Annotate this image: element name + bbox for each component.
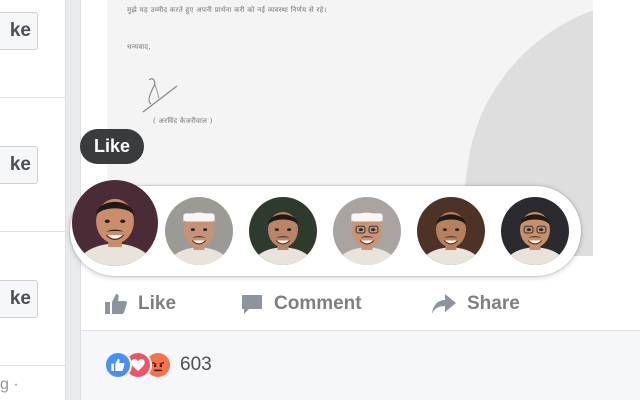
comment-button[interactable]: Comment xyxy=(240,282,362,326)
reaction-face-6[interactable] xyxy=(501,197,569,265)
document-closing: धन्यवाद, xyxy=(127,43,151,51)
reaction-count: 603 xyxy=(180,354,212,375)
sidebar-divider xyxy=(0,97,66,98)
reactions-summary[interactable]: 603 xyxy=(104,350,212,380)
sidebar-like-button-3[interactable]: ke xyxy=(0,280,38,318)
face-avatar-icon xyxy=(417,197,485,265)
thumbs-up-icon xyxy=(105,294,127,314)
face-avatar-icon xyxy=(249,197,317,265)
reaction-picker xyxy=(70,180,581,276)
like-button[interactable]: Like xyxy=(104,282,176,326)
signature-icon xyxy=(142,78,178,113)
face-avatar-icon xyxy=(165,197,233,265)
reaction-face-4[interactable] xyxy=(333,197,401,265)
sidebar-like-button-1[interactable]: ke xyxy=(0,12,38,50)
sidebar-footer-text: g · xyxy=(0,376,19,393)
share-button-label: Share xyxy=(467,293,520,314)
face-avatar-icon xyxy=(501,197,569,265)
reaction-face-1[interactable] xyxy=(72,180,158,266)
share-arrow-icon xyxy=(432,294,456,314)
reaction-face-2[interactable] xyxy=(165,197,233,265)
comment-icon xyxy=(242,295,262,314)
document-text-line: मुझे यह उम्मीद करते हुए अपनी प्रार्थना क… xyxy=(127,6,327,14)
left-sidebar: ke ke ke g · xyxy=(0,0,66,400)
like-reaction-icon xyxy=(104,351,132,379)
sidebar-divider xyxy=(0,365,66,366)
reaction-face-3[interactable] xyxy=(249,197,317,265)
face-avatar-icon xyxy=(333,197,401,265)
like-tooltip: Like xyxy=(80,129,145,164)
post-action-bar: Like Comment Share xyxy=(80,282,640,326)
comment-button-label: Comment xyxy=(274,293,362,314)
sidebar-divider xyxy=(0,231,66,232)
share-button[interactable]: Share xyxy=(431,282,520,326)
document-signature-name: ( अरविंद केजरीवाल ) xyxy=(153,117,213,125)
sidebar-like-button-2[interactable]: ke xyxy=(0,146,38,184)
reaction-face-5[interactable] xyxy=(417,197,485,265)
face-avatar-icon xyxy=(72,180,158,266)
like-button-label: Like xyxy=(138,293,177,314)
